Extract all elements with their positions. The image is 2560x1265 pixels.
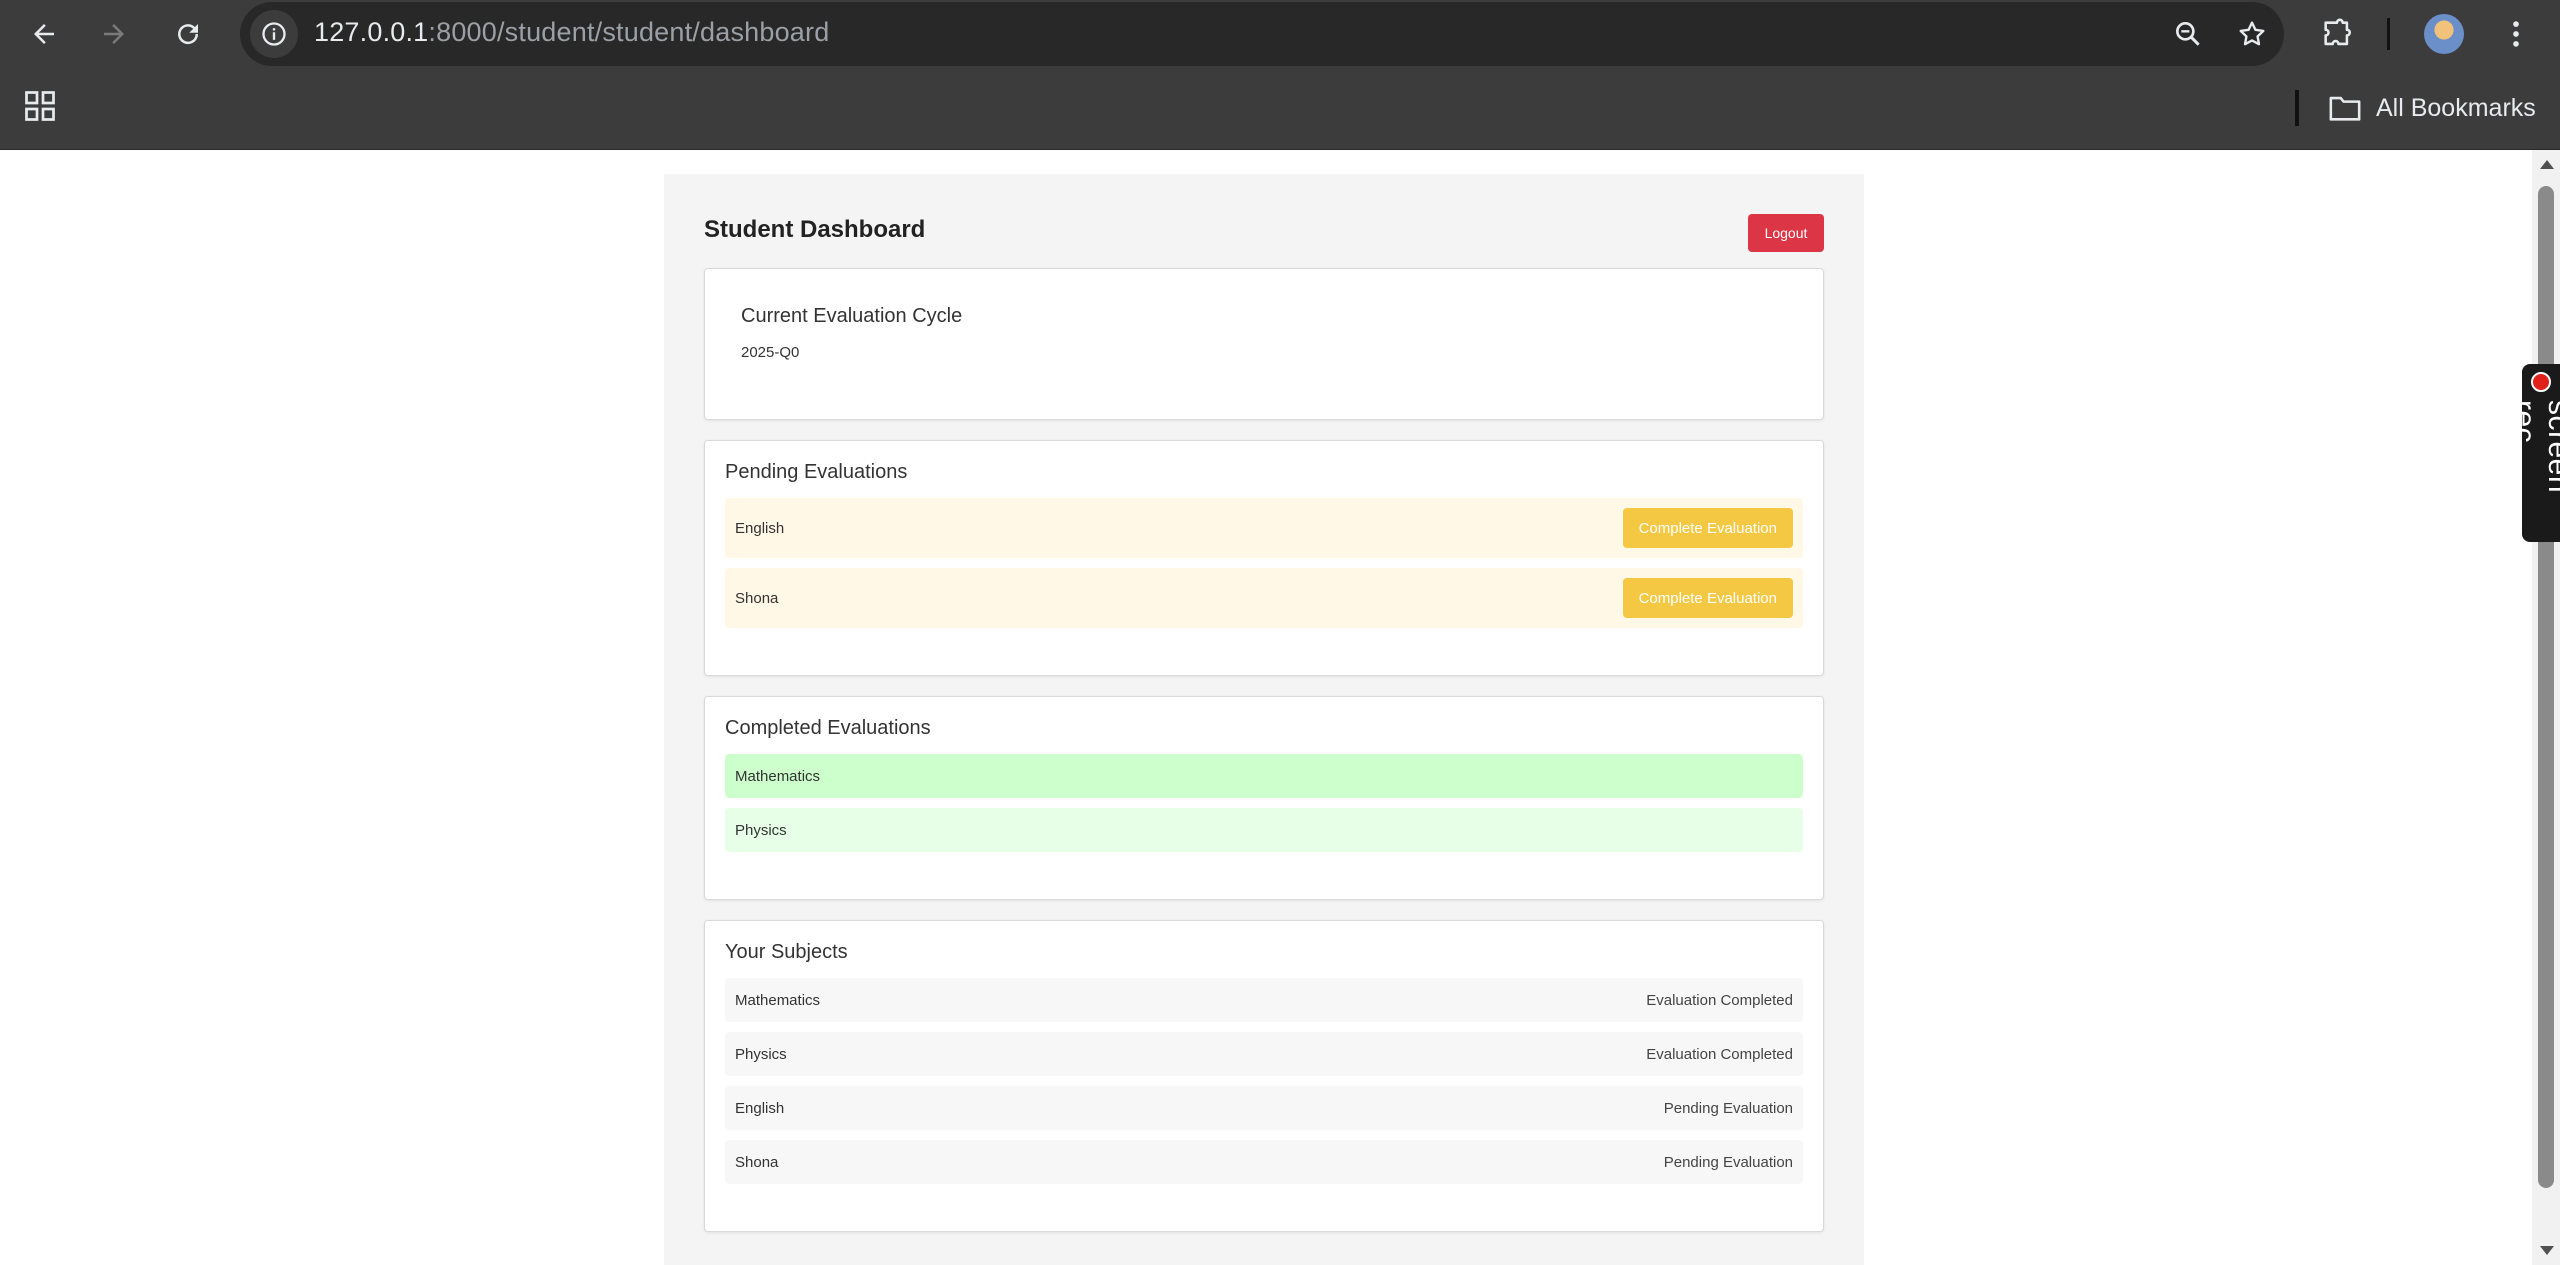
browser-toolbar: 127.0.0.1:8000/student/student/dashboard <box>0 0 2560 68</box>
cycle-title: Current Evaluation Cycle <box>741 305 963 327</box>
menu-kebab-icon[interactable] <box>2496 14 2536 54</box>
completed-subject: Physics <box>735 821 787 839</box>
dashboard-header: Student Dashboard Logout <box>704 214 1824 254</box>
all-bookmarks-button[interactable]: All Bookmarks <box>2328 88 2536 128</box>
pending-row: Shona Complete Evaluation <box>725 568 1803 628</box>
url-path: :8000/student/student/dashboard <box>428 17 830 47</box>
bookmarks-bar: All Bookmarks <box>0 68 2560 150</box>
url-host: 127.0.0.1 <box>314 17 429 47</box>
extensions-icon[interactable] <box>2317 14 2357 54</box>
cycle-value: 2025-Q0 <box>741 344 800 361</box>
pending-row: English Complete Evaluation <box>725 498 1803 558</box>
page-scrollbar[interactable] <box>2532 150 2560 1265</box>
subject-row: Mathematics Evaluation Completed <box>725 978 1803 1022</box>
page-viewport: Student Dashboard Logout Current Evaluat… <box>0 150 2532 1265</box>
subject-row: Physics Evaluation Completed <box>725 1032 1803 1076</box>
scroll-thumb[interactable] <box>2538 186 2554 1188</box>
subject-status: Evaluation Completed <box>1646 1045 1793 1063</box>
scroll-down-arrow-icon[interactable] <box>2540 1246 2554 1255</box>
pending-evaluations-card: Pending Evaluations English Complete Eva… <box>704 440 1824 676</box>
dashboard-container: Student Dashboard Logout Current Evaluat… <box>664 174 1864 1265</box>
subject-status: Evaluation Completed <box>1646 991 1793 1009</box>
url-text[interactable]: 127.0.0.1:8000/student/student/dashboard <box>314 17 829 48</box>
forward-arrow-icon <box>104 24 124 44</box>
site-info-button[interactable] <box>250 10 298 58</box>
complete-evaluation-button[interactable]: Complete Evaluation <box>1622 578 1793 618</box>
record-dot-icon <box>2531 372 2551 392</box>
subject-name: English <box>735 1099 785 1117</box>
completed-evaluations-card: Completed Evaluations Mathematics Physic… <box>704 696 1824 900</box>
back-arrow-icon <box>34 24 54 44</box>
scroll-up-arrow-icon[interactable] <box>2540 160 2554 169</box>
toolbar-divider <box>2387 18 2390 50</box>
profile-avatar[interactable] <box>2424 14 2464 54</box>
subject-name: Mathematics <box>735 991 821 1009</box>
pending-title: Pending Evaluations <box>725 461 908 483</box>
subject-status: Pending Evaluation <box>1663 1099 1793 1117</box>
subject-row: Shona Pending Evaluation <box>725 1140 1803 1184</box>
reload-icon <box>178 24 199 45</box>
subject-name: Shona <box>735 1153 779 1171</box>
zoom-icon[interactable] <box>2170 16 2206 52</box>
folder-icon <box>2329 96 2361 121</box>
subject-row: English Pending Evaluation <box>725 1086 1803 1130</box>
evaluation-cycle-card: Current Evaluation Cycle 2025-Q0 <box>704 268 1824 420</box>
pending-subject: English <box>735 519 785 537</box>
page-title: Student Dashboard <box>704 216 926 243</box>
forward-button[interactable] <box>90 10 138 58</box>
subjects-title: Your Subjects <box>725 941 848 963</box>
address-bar[interactable]: 127.0.0.1:8000/student/student/dashboard <box>240 2 2284 66</box>
completed-row: Physics <box>725 808 1803 852</box>
logout-button[interactable]: Logout <box>1748 214 1824 252</box>
completed-subject: Mathematics <box>735 767 821 785</box>
bookmarks-divider <box>2295 90 2299 126</box>
screen-recorder-label: screen rec <box>2508 400 2560 494</box>
your-subjects-card: Your Subjects Mathematics Evaluation Com… <box>704 920 1824 1232</box>
reload-button[interactable] <box>164 10 212 58</box>
screen-recorder-widget[interactable]: screen rec <box>2508 364 2560 542</box>
bookmark-star-icon[interactable] <box>2234 16 2270 52</box>
pending-subject: Shona <box>735 589 779 607</box>
subject-name: Physics <box>735 1045 787 1063</box>
all-bookmarks-label: All Bookmarks <box>2376 93 2536 122</box>
info-icon <box>262 22 286 46</box>
complete-evaluation-button[interactable]: Complete Evaluation <box>1622 508 1793 548</box>
back-button[interactable] <box>20 10 68 58</box>
completed-title: Completed Evaluations <box>725 717 931 739</box>
apps-grid-icon[interactable] <box>22 88 58 124</box>
completed-row: Mathematics <box>725 754 1803 798</box>
subject-status: Pending Evaluation <box>1663 1153 1793 1171</box>
